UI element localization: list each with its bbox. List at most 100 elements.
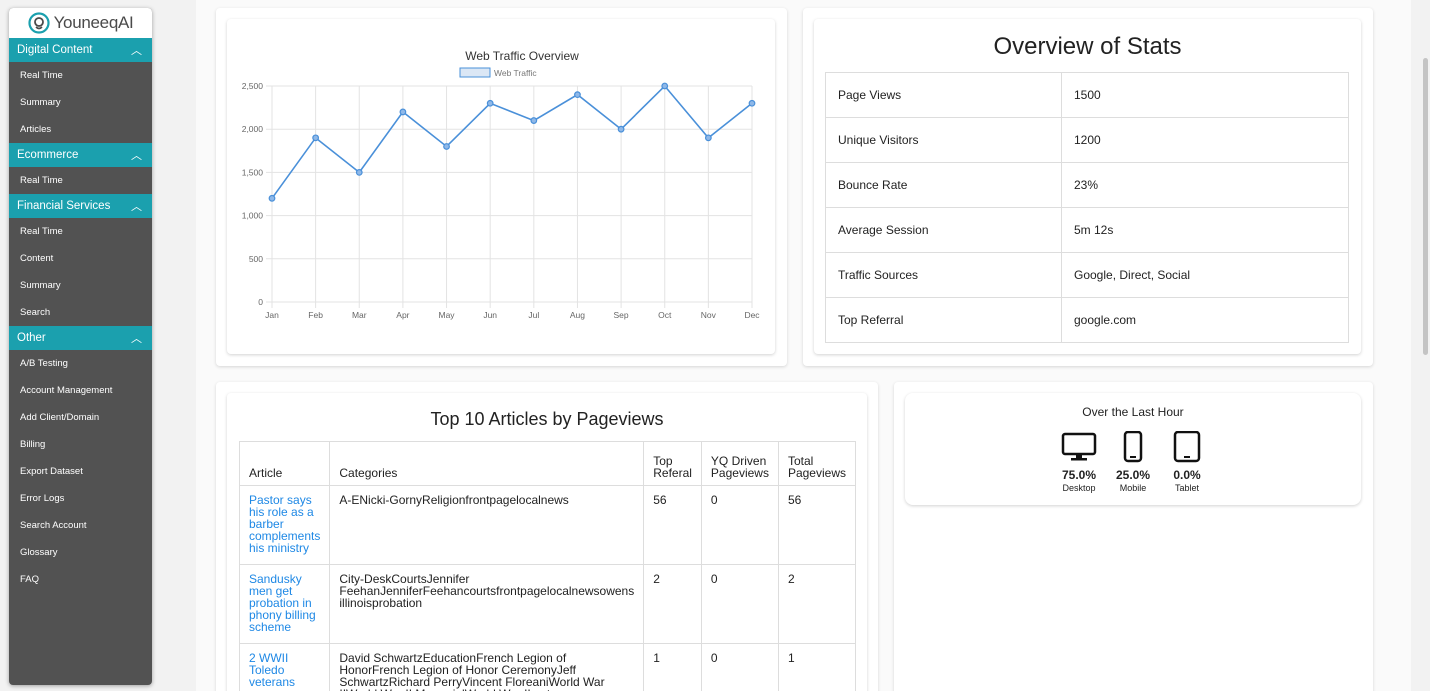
devices-title: Over the Last Hour [1082,405,1184,419]
data-point [399,108,407,116]
sidebar: YouneeqAI Digital Content ︿ Real Time Su… [9,8,152,685]
sidebar-item-export-dataset[interactable]: Export Dataset [9,458,152,485]
data-point [355,168,363,176]
table-cell: Pastor says his role as a barber complem… [238,485,331,565]
sidebar-item-search[interactable]: Search [9,299,152,326]
chevron-up-icon: ︿ [131,201,142,213]
device-percent: 75.0% [1061,468,1097,482]
section-other[interactable]: Other ︿ [9,326,152,350]
article-link[interactable]: Sandusky men get probation in phony bill… [249,572,316,634]
x-tick-label: Feb [308,310,323,320]
x-tick-label: Jan [265,310,279,320]
table-cell: 0 [700,643,779,691]
sidebar-item-add-client-domain[interactable]: Add Client/Domain [9,404,152,431]
stat-label: Average Session [825,207,1062,253]
tablet-icon [1173,430,1201,463]
article-top-referal: 2 [653,572,660,586]
table-cell: 1 [777,643,856,691]
article-link[interactable]: 2 WWII Toledo veterans [249,651,295,689]
article-top-referal: 56 [653,493,667,507]
article-categories: City-DeskCourtsJennifer FeehanJenniferFe… [339,572,635,610]
stats-row: Traffic Sources Google, Direct, Social [825,252,1349,298]
legend-swatch [459,67,491,78]
articles-card-outer: Top 10 Articles by Pageviews Article Cat… [216,382,878,691]
article-categories: A-ENicki-GornyReligionfrontpagelocalnews [339,493,569,507]
x-tick-label: Jun [483,310,497,320]
y-tick-label: 2,000 [242,124,264,134]
stats-row: Page Views 1500 [825,72,1349,118]
column-header[interactable]: Categories [329,441,645,486]
section-title: Ecommerce [17,149,79,161]
stat-value: 1200 [1061,117,1349,163]
x-tick-label: Mar [352,310,367,320]
x-tick-label: Oct [658,310,672,320]
sidebar-item-glossary[interactable]: Glossary [9,539,152,566]
x-tick-label: Apr [396,310,409,320]
article-top-referal: 1 [653,651,660,665]
section-ecommerce[interactable]: Ecommerce ︿ [9,143,152,167]
data-point [530,117,538,124]
stat-label: Traffic Sources [825,252,1062,298]
articles-card: Top 10 Articles by Pageviews Article Cat… [227,393,867,691]
stat-value: 5m 12s [1061,207,1349,253]
sidebar-item-content[interactable]: Content [9,245,152,272]
article-link[interactable]: Pastor says his role as a barber complem… [249,493,320,555]
column-header[interactable]: Total Pageviews [777,441,856,486]
stats-row: Bounce Rate 23% [825,162,1349,208]
data-point [704,134,712,142]
sidebar-item-real-time[interactable]: Real Time [9,62,152,89]
sidebar-item-summary[interactable]: Summary [9,272,152,299]
section-digital-content[interactable]: Digital Content ︿ [9,38,152,62]
device-mobile: 25.0% Mobile [1113,430,1153,493]
sidebar-item-faq[interactable]: FAQ [9,566,152,593]
table-cell: 56 [777,485,856,565]
stats-row: Average Session 5m 12s [825,207,1349,253]
device-label: Tablet [1174,483,1200,493]
table-row: Sandusky men get probation in phony bill… [238,564,856,644]
y-tick-label: 2,500 [242,81,264,91]
article-total-pageviews: 56 [787,493,802,507]
table-cell: 1 [643,643,702,691]
logo-icon [27,12,50,34]
sidebar-item-ab-testing[interactable]: A/B Testing [9,350,152,377]
article-yq-pageviews: 0 [710,572,718,586]
article-categories: David SchwartzEducationFrench Legion of … [339,651,605,691]
stat-label: Bounce Rate [825,162,1062,208]
data-point [617,125,625,133]
device-percent: 0.0% [1173,468,1201,482]
sidebar-item-search-account[interactable]: Search Account [9,512,152,539]
y-tick-label: 1,500 [242,167,264,177]
sidebar-item-billing[interactable]: Billing [9,431,152,458]
sidebar-item-summary[interactable]: Summary [9,89,152,116]
sidebar-item-error-logs[interactable]: Error Logs [9,485,152,512]
table-cell: 2 [643,564,702,644]
sidebar-item-account-management[interactable]: Account Management [9,377,152,404]
table-cell: A-ENicki-GornyReligionfrontpagelocalnews [329,485,645,565]
articles-table: Article Categories Top Referal YQ Driven… [238,441,856,691]
sidebar-item-real-time[interactable]: Real Time [9,167,152,194]
device-percent: 25.0% [1115,468,1151,482]
devices-card: Over the Last Hour 75.0% Desktop 25.0% M… [905,393,1361,505]
devices-card-outer: Over the Last Hour 75.0% Desktop 25.0% M… [894,382,1373,691]
section-financial-services[interactable]: Financial Services ︿ [9,194,152,218]
section-title: Financial Services [17,200,111,212]
sidebar-item-articles[interactable]: Articles [9,116,152,143]
stats-table: Page Views 1500 Unique Visitors 1200 Bounce … [825,72,1349,343]
device-label: Mobile [1119,483,1147,493]
sidebar-item-real-time[interactable]: Real Time [9,218,152,245]
table-cell: David SchwartzEducationFrench Legion of … [329,643,645,691]
data-point [486,99,494,107]
device-desktop: 75.0% Desktop [1059,431,1099,493]
column-header[interactable]: Top Referal [643,441,702,486]
desktop-icon [1061,432,1097,461]
column-header[interactable]: YQ Driven Pageviews [700,441,779,486]
stat-label: Top Referral [825,297,1062,343]
stat-label: Page Views [825,72,1062,118]
x-tick-label: May [439,310,456,320]
x-tick-label: Aug [570,310,585,320]
logo[interactable]: YouneeqAI [9,8,152,38]
table-cell: 2 [777,564,856,644]
stats-card-outer: Overview of Stats Page Views 1500 Unique V… [803,8,1373,366]
page-scrollbar[interactable] [1423,58,1428,355]
column-header[interactable]: Article [238,441,331,486]
